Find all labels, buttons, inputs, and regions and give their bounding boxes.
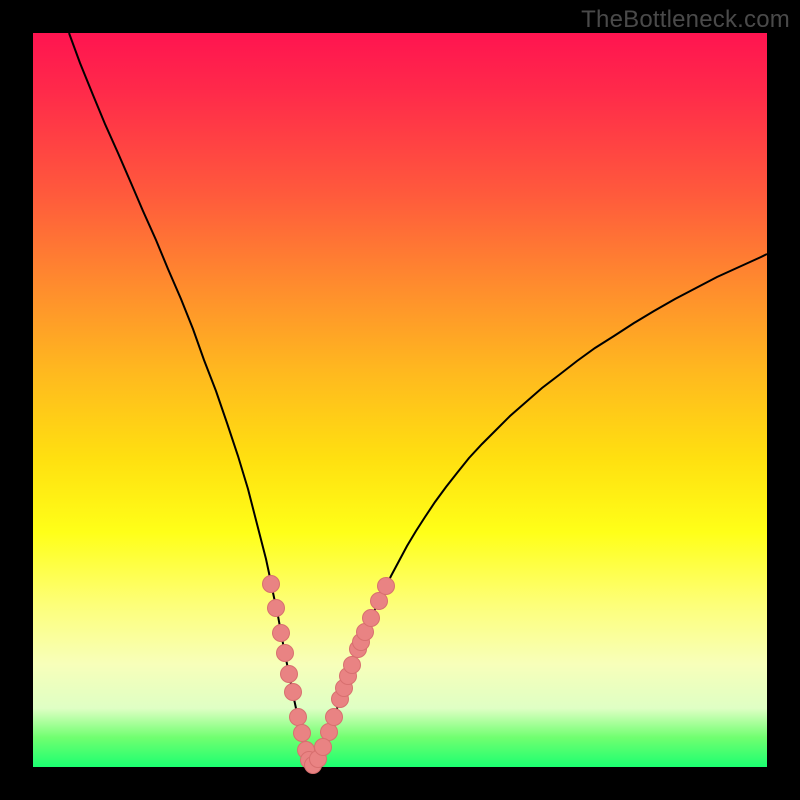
curve-marker	[363, 610, 380, 627]
curve-markers	[263, 576, 395, 774]
curve-marker	[294, 725, 311, 742]
left-curve-line	[69, 33, 313, 767]
chart-svg	[33, 33, 767, 767]
curve-marker	[315, 739, 332, 756]
curve-marker	[321, 724, 338, 741]
curve-marker	[378, 578, 395, 595]
curve-marker	[263, 576, 280, 593]
right-curve-line	[313, 254, 767, 767]
curve-marker	[344, 657, 361, 674]
chart-frame: TheBottleneck.com	[0, 0, 800, 800]
curve-marker	[277, 645, 294, 662]
curve-marker	[285, 684, 302, 701]
curve-marker	[290, 709, 307, 726]
curve-marker	[326, 709, 343, 726]
curve-marker	[268, 600, 285, 617]
curve-marker	[273, 625, 290, 642]
chart-plot-area	[33, 33, 767, 767]
attribution-label: TheBottleneck.com	[581, 6, 790, 34]
curve-marker	[371, 593, 388, 610]
curve-marker	[281, 666, 298, 683]
